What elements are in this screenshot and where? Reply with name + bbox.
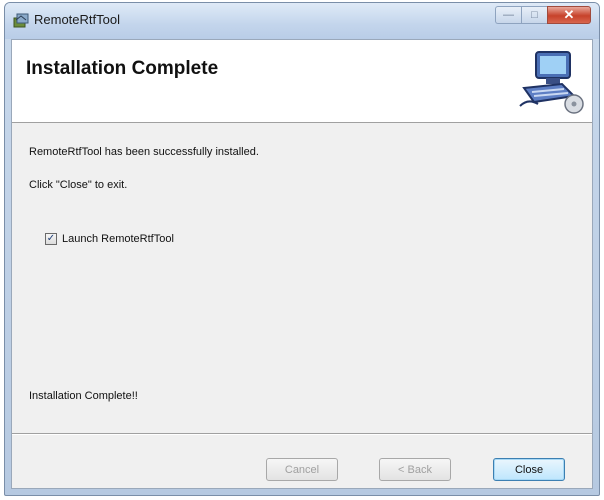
success-message: RemoteRtfTool has been successfully inst… bbox=[29, 146, 259, 158]
caption-buttons: — □ ✕ bbox=[495, 6, 591, 24]
minimize-icon: — bbox=[503, 9, 514, 21]
back-button[interactable]: < Back bbox=[379, 458, 451, 481]
title-bar[interactable]: RemoteRtfTool — □ ✕ bbox=[5, 3, 599, 39]
status-text: Installation Complete!! bbox=[29, 390, 138, 402]
button-bar-divider bbox=[12, 433, 592, 435]
installer-client-area: Installation Complete RemoteRtfTool has … bbox=[11, 39, 593, 489]
maximize-button[interactable]: □ bbox=[521, 6, 547, 24]
close-button[interactable]: Close bbox=[493, 458, 565, 481]
page-title: Installation Complete bbox=[26, 58, 219, 79]
installer-window: RemoteRtfTool — □ ✕ Installation Complet… bbox=[4, 2, 600, 496]
installer-package-icon bbox=[13, 13, 29, 28]
close-icon: ✕ bbox=[563, 7, 575, 22]
launch-checkbox-label[interactable]: Launch RemoteRtfTool bbox=[62, 233, 174, 245]
close-window-button[interactable]: ✕ bbox=[547, 6, 591, 24]
computer-setup-icon bbox=[519, 51, 584, 114]
launch-checkbox[interactable]: ✓ bbox=[45, 233, 57, 245]
cancel-button[interactable]: Cancel bbox=[266, 458, 338, 481]
minimize-button[interactable]: — bbox=[495, 6, 521, 24]
checkmark-icon: ✓ bbox=[46, 233, 56, 244]
header-banner: Installation Complete bbox=[12, 40, 592, 123]
maximize-icon: □ bbox=[531, 9, 538, 21]
launch-option[interactable]: ✓ Launch RemoteRtfTool bbox=[45, 233, 174, 245]
instruction-message: Click "Close" to exit. bbox=[29, 179, 128, 191]
window-title: RemoteRtfTool bbox=[34, 12, 120, 27]
